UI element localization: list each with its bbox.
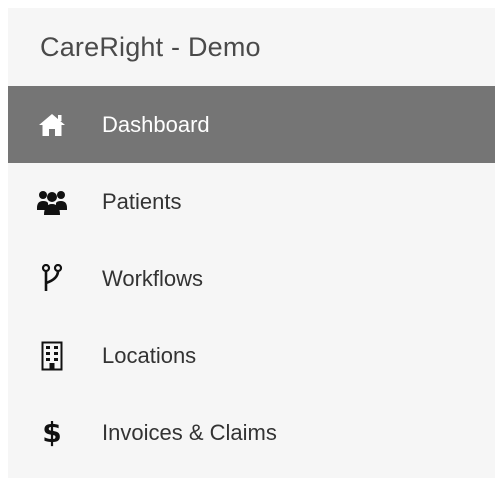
sidebar-item-locations[interactable]: Locations [8,317,495,394]
sidebar-item-label: Locations [102,342,197,368]
dollar-icon: $ [36,417,68,449]
sidebar-item-label: Workflows [102,265,204,291]
dollar-glyph: $ [42,415,62,449]
sidebar: CareRight - Demo Dashboard Patients Work… [8,8,495,478]
workflow-branch-icon [36,263,68,295]
sidebar-item-label: Invoices & Claims [102,419,277,445]
sidebar-item-label: Patients [102,188,182,214]
sidebar-item-dashboard[interactable]: Dashboard [8,86,495,163]
sidebar-item-invoices-claims[interactable]: $ Invoices & Claims [8,394,495,471]
app-title: CareRight - Demo [40,31,261,62]
sidebar-item-patients[interactable]: Patients [8,163,495,240]
sidebar-nav: Dashboard Patients Workflows Locations $… [8,86,495,471]
users-icon [36,186,68,218]
sidebar-item-workflows[interactable]: Workflows [8,240,495,317]
home-icon [36,109,68,141]
sidebar-item-label: Dashboard [102,111,210,137]
building-icon [36,340,68,372]
